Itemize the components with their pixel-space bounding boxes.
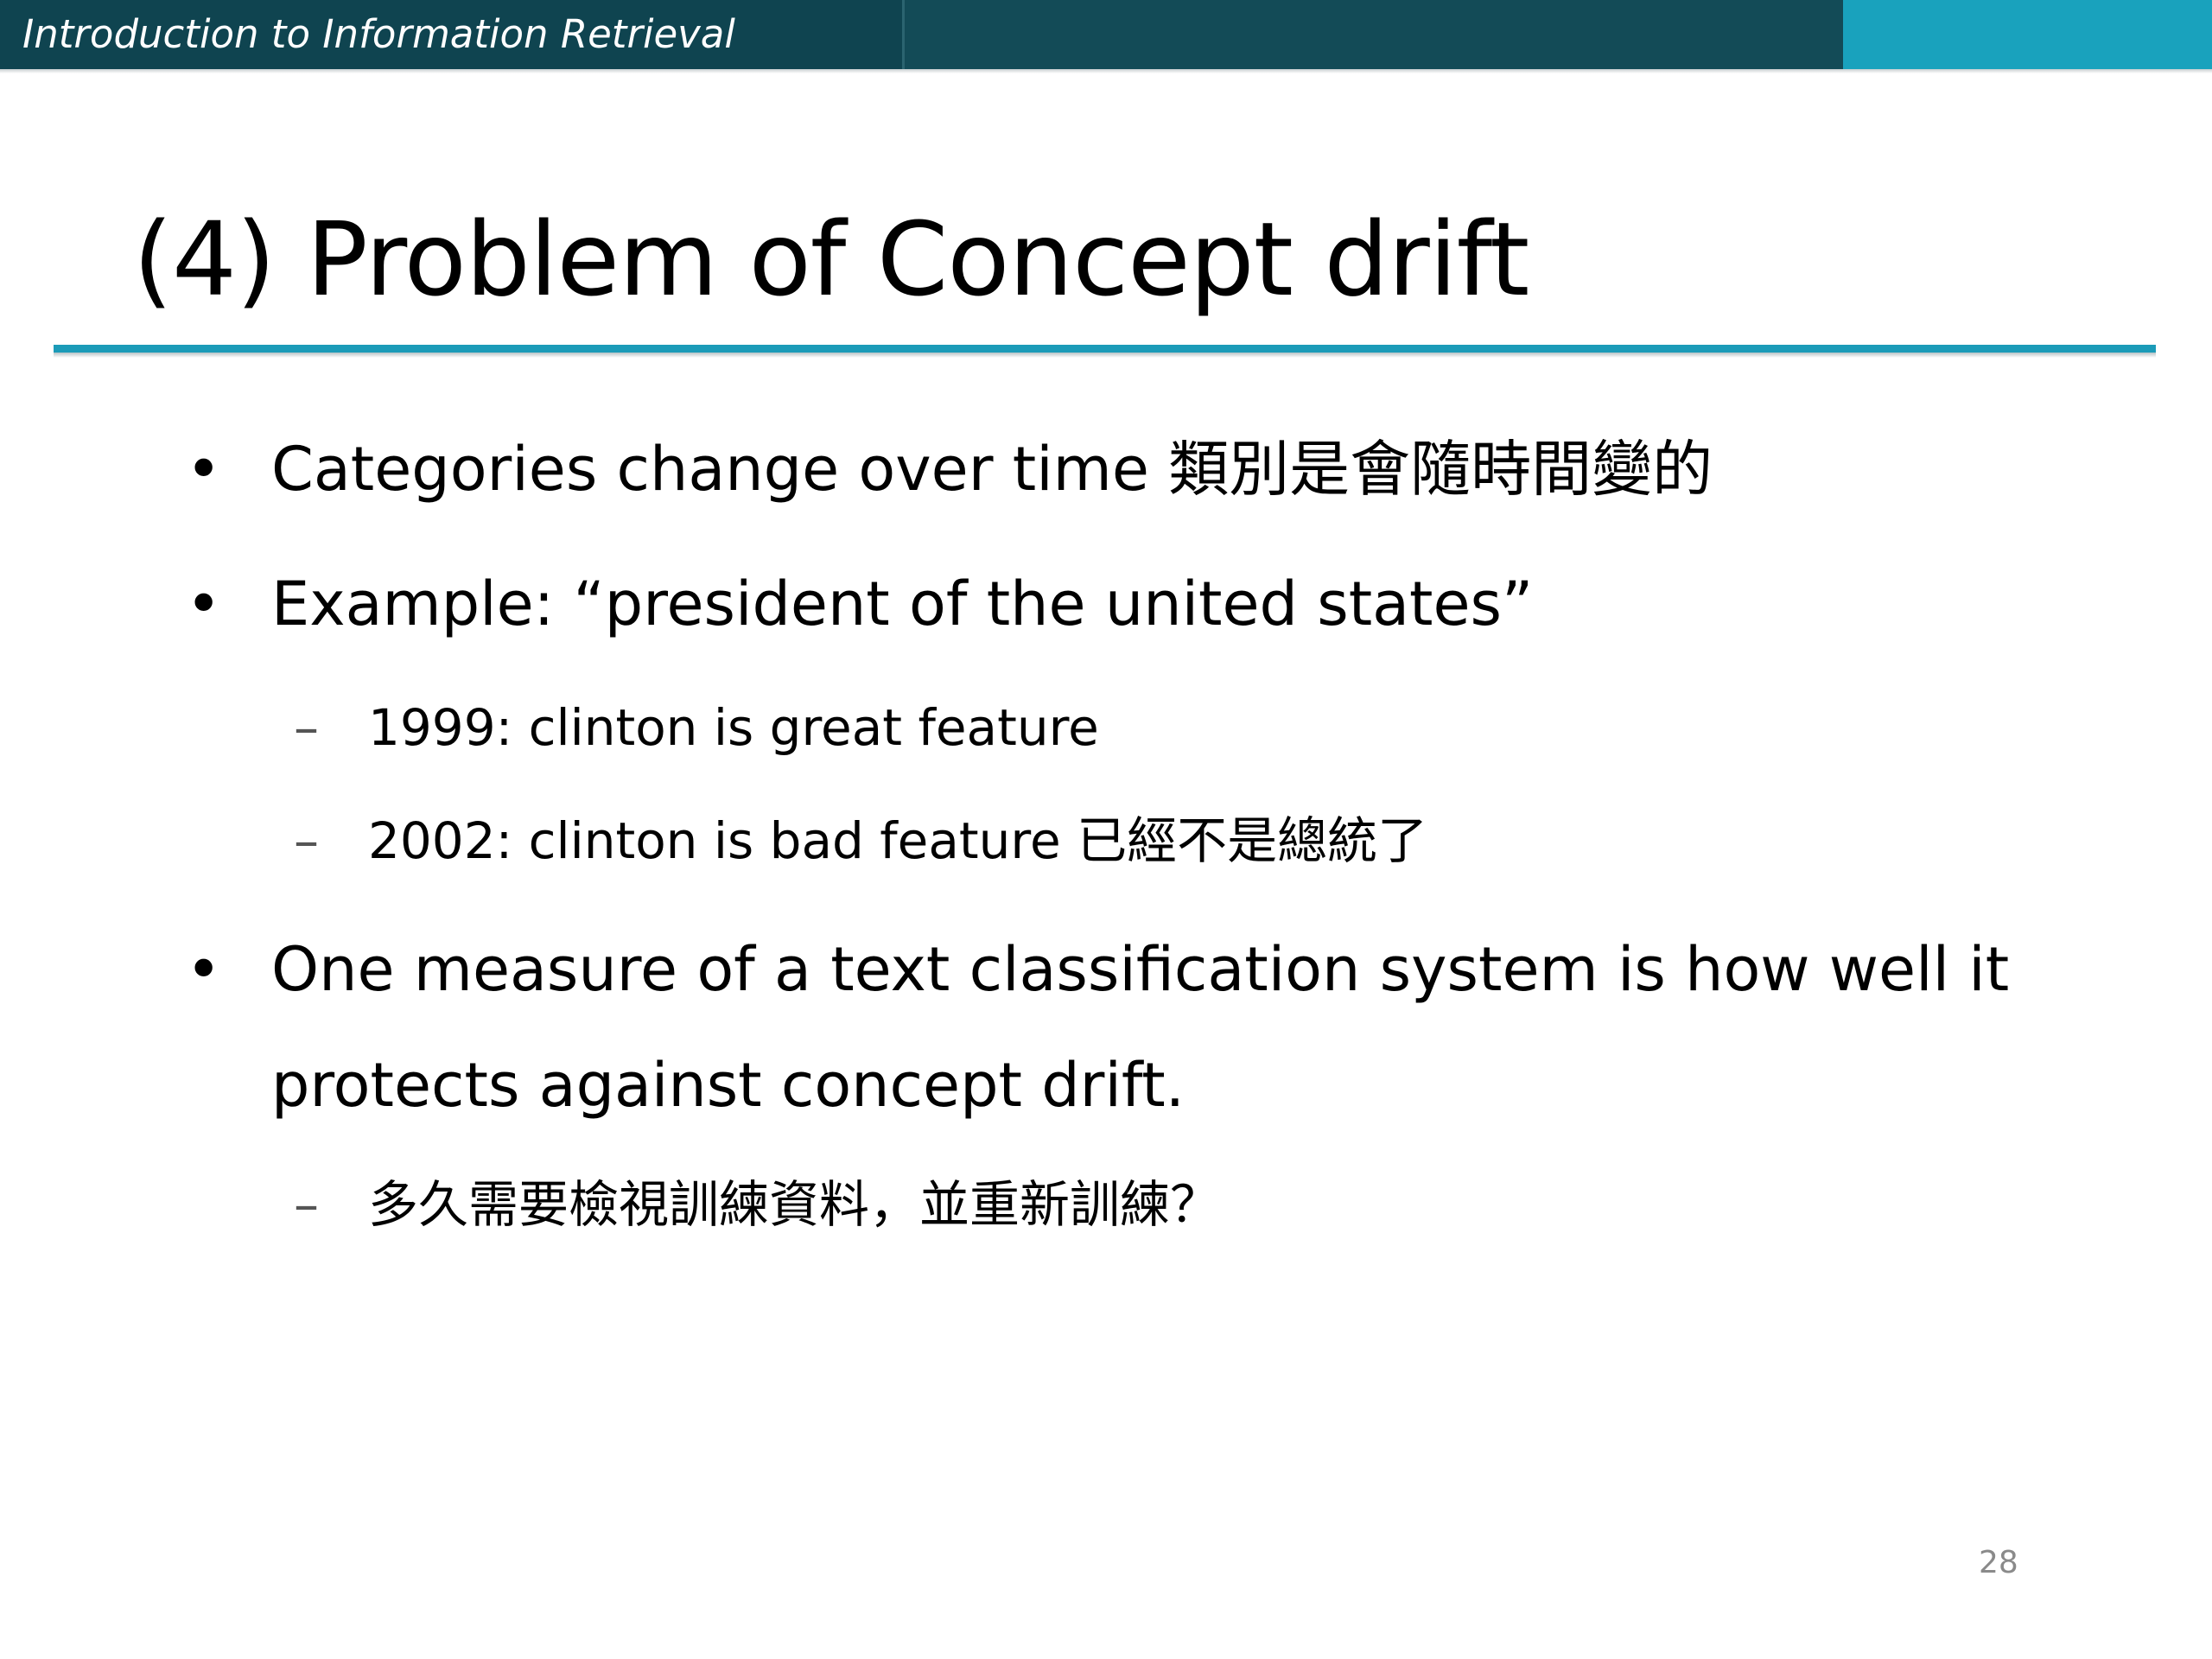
- bullet-text: Categories change over time 類別是會隨時間變的: [271, 434, 1713, 505]
- course-title: Introduction to Information Retrieval: [22, 11, 735, 57]
- header-banner-divider: [902, 0, 905, 69]
- page-number: 28: [1979, 1545, 2018, 1580]
- header-banner-accent: [1843, 0, 2212, 69]
- header-banner-shadow: [0, 69, 2212, 73]
- title-underline-shadow: [54, 353, 2156, 358]
- bullet-text: Example: “president of the united states…: [271, 569, 1534, 639]
- sub-bullet-text: 2002: clinton is bad feature 已經不是總統了: [368, 811, 1428, 870]
- slide-title: (4) Problem of Concept drift: [133, 200, 1529, 319]
- sub-bullet-text: 1999: clinton is great feature: [368, 698, 1099, 757]
- bullet-text-line-2: protects against concept drift.: [271, 1050, 1185, 1121]
- bullet-text-line-1: One measure of a text classification sys…: [271, 934, 2010, 1005]
- sub-bullet-text: 多久需要檢視訓練資料，並重新訓練？: [368, 1175, 1221, 1234]
- sub-bullet-marker: –: [294, 698, 319, 757]
- sub-bullet-marker: –: [294, 811, 319, 870]
- bullet-marker: •: [186, 569, 222, 639]
- sub-bullet-marker: –: [294, 1175, 319, 1234]
- bullet-marker: •: [186, 434, 222, 505]
- title-underline: [54, 345, 2156, 353]
- bullet-marker: •: [186, 934, 222, 1005]
